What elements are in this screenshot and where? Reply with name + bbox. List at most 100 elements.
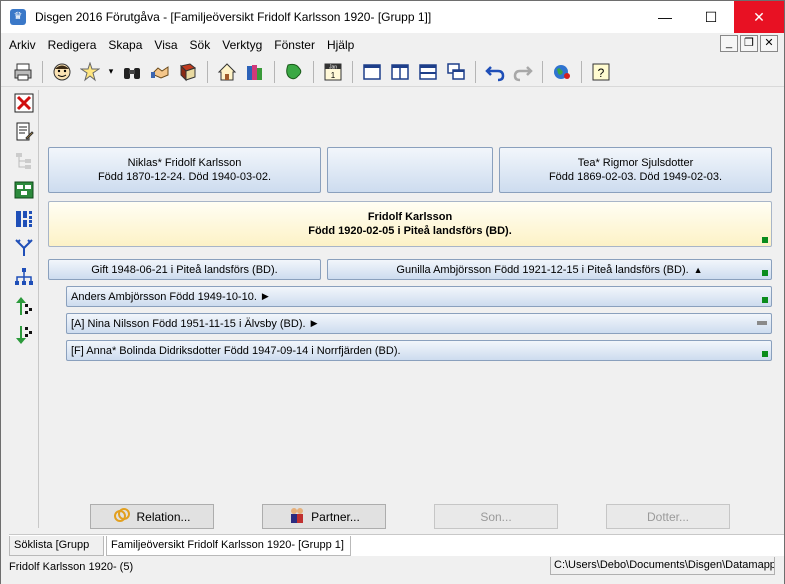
child-row[interactable]: [F] Anna* Bolinda Didriksdotter Född 194… <box>66 340 772 361</box>
window-tab-bar: Söklista [Grupp 1] Familjeöversikt Frido… <box>9 534 784 569</box>
child-arrow-icon[interactable]: ▶ <box>262 291 269 302</box>
menu-bar: Arkiv Redigera Skapa Visa Sök Verktyg Fö… <box>1 33 784 57</box>
descendants-icon[interactable] <box>13 237 35 259</box>
menu-redigera[interactable]: Redigera <box>42 35 103 55</box>
father-text: Niklas* Fridolf Karlsson Född 1870-12-24… <box>98 156 271 184</box>
toolbar-separator <box>581 60 582 83</box>
svg-text:1: 1 <box>331 71 336 80</box>
svg-text:?: ? <box>598 66 605 80</box>
undo-icon[interactable] <box>483 60 507 84</box>
relation-label: Relation... <box>136 509 191 524</box>
tree-disabled-icon[interactable] <box>13 150 35 172</box>
main-person-dates: Född 1920-02-05 i Piteå landsförs (BD). <box>308 225 512 237</box>
globe-icon[interactable] <box>550 60 574 84</box>
notes-icon[interactable] <box>13 121 35 143</box>
title-bar[interactable]: ♛ Disgen 2016 Förutgåva - [Familjeöversi… <box>1 1 784 33</box>
ancestors-up-icon[interactable] <box>13 295 35 317</box>
partner-button[interactable]: Partner... <box>262 504 386 529</box>
spouse-text: Gunilla Ambjörsson Född 1921-12-15 i Pit… <box>396 263 689 276</box>
marriage-text: Gift 1948-06-21 i Piteå landsförs (BD). <box>91 263 278 276</box>
menu-hjalp[interactable]: Hjälp <box>321 35 360 55</box>
calendar-icon[interactable]: Jan 1 <box>321 60 345 84</box>
main-person-text: Fridolf Karlsson Född 1920-02-05 i Piteå… <box>308 210 512 238</box>
toolbar-separator <box>42 60 43 83</box>
tab-soklista[interactable]: Söklista [Grupp 1] <box>9 536 104 569</box>
middle-parent-box[interactable] <box>327 147 493 193</box>
mdi-restore-button[interactable]: ❐ <box>740 35 758 52</box>
dotter-button[interactable]: Dotter... <box>606 504 730 529</box>
tab-familjeoversikt[interactable]: Familjeöversikt Fridolf Karlsson 1920- [… <box>106 536 351 556</box>
disgen-app-icon[interactable]: ♛ <box>10 9 26 25</box>
marriage-box[interactable]: Gift 1948-06-21 i Piteå landsförs (BD). <box>48 259 321 280</box>
layout-split-horizontal-icon[interactable] <box>416 60 440 84</box>
father-box[interactable]: Niklas* Fridolf Karlsson Född 1870-12-24… <box>48 147 321 193</box>
chevron-down-icon[interactable]: ▾ <box>106 60 116 84</box>
menu-sok[interactable]: Sök <box>184 35 217 55</box>
mdi-minimize-button[interactable]: _ <box>720 35 738 52</box>
window-title: Disgen 2016 Förutgåva - [Familjeöversikt… <box>35 10 432 24</box>
status-marker <box>762 270 768 276</box>
home-icon[interactable] <box>215 60 239 84</box>
child-arrow-icon[interactable]: ▶ <box>311 318 318 329</box>
child-row[interactable]: Anders Ambjörsson Född 1949-10-10. ▶ <box>66 286 772 307</box>
family-overview-panel: Niklas* Fridolf Karlsson Född 1870-12-24… <box>40 89 784 531</box>
mdi-controls: _ ❐ ✕ <box>720 35 778 52</box>
child-row[interactable]: [A] Nina Nilsson Född 1951-11-15 i Älvsb… <box>66 313 772 334</box>
minimize-button[interactable]: — <box>642 1 688 33</box>
person-icon[interactable] <box>50 60 74 84</box>
menu-skapa[interactable]: Skapa <box>102 35 148 55</box>
toolbar-separator <box>207 60 208 83</box>
toolbar-separator <box>475 60 476 83</box>
family-sheet-icon[interactable] <box>13 179 35 201</box>
redo-icon[interactable] <box>511 60 535 84</box>
status-path-text: C:\Users\Debo\Documents\Disgen\Datamapp <box>550 557 775 575</box>
child-text: [A] Nina Nilsson Född 1951-11-15 i Älvsb… <box>71 317 306 330</box>
layout-cascade-icon[interactable] <box>444 60 468 84</box>
menu-arkiv[interactable]: Arkiv <box>1 35 42 55</box>
child-text: Anders Ambjörsson Född 1949-10-10. <box>71 290 257 303</box>
window-controls: — ☐ ✕ <box>642 1 784 33</box>
partner-label: Partner... <box>311 509 360 524</box>
menu-verktyg[interactable]: Verktyg <box>216 35 268 55</box>
close-button[interactable]: ✕ <box>734 1 784 33</box>
app-window: ♛ Disgen 2016 Förutgåva - [Familjeöversi… <box>0 0 785 584</box>
menu-visa[interactable]: Visa <box>148 35 183 55</box>
spouse-box[interactable]: Gunilla Ambjörsson Född 1921-12-15 i Pit… <box>327 259 772 280</box>
print-icon[interactable] <box>11 60 35 84</box>
main-person-box[interactable]: Fridolf Karlsson Född 1920-02-05 i Piteå… <box>48 201 772 247</box>
father-dates: Född 1870-12-24. Död 1940-03-02. <box>97 171 272 183</box>
status-bar: Fridolf Karlsson 1920- (5) C:\Users\Debo… <box>1 557 784 584</box>
menu-fonster[interactable]: Fönster <box>268 35 321 55</box>
status-marker-grey <box>757 321 767 325</box>
layout-split-vertical-icon[interactable] <box>388 60 412 84</box>
mdi-close-button[interactable]: ✕ <box>760 35 778 52</box>
status-marker <box>762 351 768 357</box>
maximize-button[interactable]: ☐ <box>688 1 734 33</box>
father-name: Niklas* Fridolf Karlsson <box>127 157 242 169</box>
org-chart-icon[interactable] <box>13 266 35 288</box>
son-label: Son... <box>480 509 512 524</box>
rings-icon <box>113 507 131 526</box>
child-text: [F] Anna* Bolinda Didriksdotter Född 194… <box>71 344 401 357</box>
binoculars-icon[interactable] <box>120 60 144 84</box>
toolbar-separator <box>542 60 543 83</box>
mother-text: Tea* Rigmor Sjulsdotter Född 1869-02-03.… <box>549 156 722 184</box>
main-person-name: Fridolf Karlsson <box>367 211 453 223</box>
books-icon[interactable] <box>243 60 267 84</box>
son-button[interactable]: Son... <box>434 504 558 529</box>
help-icon[interactable]: ? <box>589 60 613 84</box>
person-star-icon[interactable] <box>78 60 102 84</box>
pedigree-icon[interactable] <box>13 208 35 230</box>
toolbar-separator <box>313 60 314 83</box>
delete-icon[interactable] <box>13 92 35 114</box>
spouse-arrow-up-icon[interactable]: ▲ <box>694 265 703 275</box>
map-icon[interactable] <box>282 60 306 84</box>
ancestors-down-icon[interactable] <box>13 324 35 346</box>
layout-full-icon[interactable] <box>360 60 384 84</box>
book-icon[interactable] <box>176 60 200 84</box>
status-left-text: Fridolf Karlsson 1920- (5) <box>9 561 134 573</box>
svg-text:Jan: Jan <box>329 64 337 70</box>
relation-button[interactable]: Relation... <box>90 504 214 529</box>
mother-box[interactable]: Tea* Rigmor Sjulsdotter Född 1869-02-03.… <box>499 147 772 193</box>
handshake-icon[interactable] <box>148 60 172 84</box>
